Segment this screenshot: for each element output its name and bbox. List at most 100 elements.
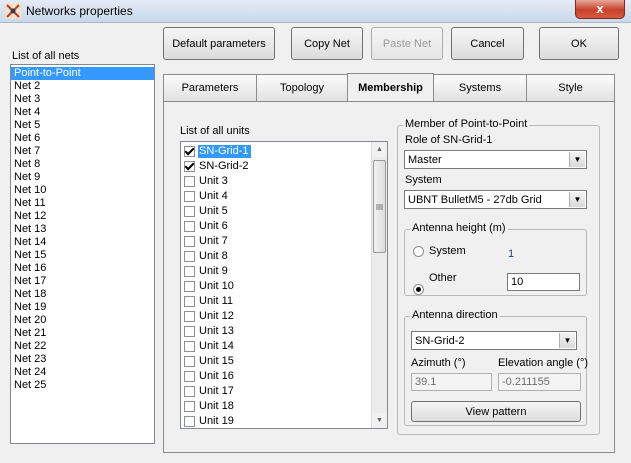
net-list-item[interactable]: Net 2 bbox=[11, 80, 154, 93]
net-list-item[interactable]: Net 11 bbox=[11, 197, 154, 210]
units-listbox[interactable]: SN-Grid-1 SN-Grid-2 Unit 3 Unit 4 Unit 5 Unit… bbox=[180, 141, 388, 429]
role-label: Role of SN-Grid-1 bbox=[405, 134, 493, 146]
net-list-item[interactable]: Net 16 bbox=[11, 262, 154, 275]
unit-list-item[interactable]: Unit 10 bbox=[181, 279, 371, 294]
net-list-item[interactable]: Net 23 bbox=[11, 353, 154, 366]
unit-list-item[interactable]: Unit 14 bbox=[181, 339, 371, 354]
unit-checkbox[interactable] bbox=[184, 206, 195, 217]
unit-checkbox[interactable] bbox=[184, 266, 195, 277]
net-list-item[interactable]: Net 5 bbox=[11, 119, 154, 132]
unit-checkbox[interactable] bbox=[184, 176, 195, 187]
role-select-value: Master bbox=[408, 153, 442, 166]
tab-style[interactable]: Style bbox=[526, 74, 615, 101]
unit-list-item[interactable]: Unit 9 bbox=[181, 264, 371, 279]
unit-list-item[interactable]: SN-Grid-1 bbox=[181, 144, 371, 159]
unit-list-item[interactable]: Unit 3 bbox=[181, 174, 371, 189]
net-list-item[interactable]: Net 8 bbox=[11, 158, 154, 171]
net-list-item[interactable]: Net 7 bbox=[11, 145, 154, 158]
net-list-item[interactable]: Net 22 bbox=[11, 340, 154, 353]
units-scrollbar[interactable]: ▲ ▼ bbox=[371, 142, 387, 428]
unit-checkbox[interactable] bbox=[184, 236, 195, 247]
net-list-item[interactable]: Net 6 bbox=[11, 132, 154, 145]
unit-label: Unit 10 bbox=[199, 280, 234, 292]
unit-list-item[interactable]: Unit 18 bbox=[181, 399, 371, 414]
net-list-item[interactable]: Net 13 bbox=[11, 223, 154, 236]
unit-list-item[interactable]: Unit 12 bbox=[181, 309, 371, 324]
unit-checkbox[interactable] bbox=[184, 251, 195, 262]
unit-checkbox[interactable] bbox=[184, 386, 195, 397]
unit-checkbox[interactable] bbox=[184, 326, 195, 337]
height-other-input[interactable]: 10 bbox=[507, 273, 580, 291]
tab-systems[interactable]: Systems bbox=[433, 74, 527, 101]
chevron-down-icon[interactable]: ▼ bbox=[569, 192, 585, 207]
net-list-item[interactable]: Net 12 bbox=[11, 210, 154, 223]
unit-list-item[interactable]: Unit 17 bbox=[181, 384, 371, 399]
tab-topology[interactable]: Topology bbox=[256, 74, 348, 101]
unit-list-item[interactable]: Unit 13 bbox=[181, 324, 371, 339]
unit-checkbox[interactable] bbox=[184, 146, 195, 157]
unit-list-item[interactable]: Unit 8 bbox=[181, 249, 371, 264]
net-list-item[interactable]: Net 4 bbox=[11, 106, 154, 119]
role-select[interactable]: Master ▼ bbox=[404, 150, 587, 169]
unit-list-item[interactable]: SN-Grid-2 bbox=[181, 159, 371, 174]
unit-checkbox[interactable] bbox=[184, 161, 195, 172]
copy-net-button[interactable]: Copy Net bbox=[291, 27, 363, 60]
unit-label: SN-Grid-1 bbox=[198, 145, 251, 158]
height-system-radio[interactable] bbox=[413, 246, 424, 257]
window-title: Networks properties bbox=[26, 4, 133, 18]
scroll-down-arrow-icon[interactable]: ▼ bbox=[372, 413, 387, 428]
unit-checkbox[interactable] bbox=[184, 281, 195, 292]
unit-checkbox[interactable] bbox=[184, 296, 195, 307]
net-list-item[interactable]: Net 24 bbox=[11, 366, 154, 379]
chevron-down-icon[interactable]: ▼ bbox=[559, 333, 575, 348]
antenna-direction-label: Antenna direction bbox=[410, 309, 500, 321]
view-pattern-button[interactable]: View pattern bbox=[411, 401, 581, 422]
unit-checkbox[interactable] bbox=[184, 311, 195, 322]
unit-label: Unit 4 bbox=[199, 190, 228, 202]
scroll-up-arrow-icon[interactable]: ▲ bbox=[372, 142, 387, 157]
net-list-item[interactable]: Point-to-Point bbox=[11, 67, 154, 80]
ok-button[interactable]: OK bbox=[539, 27, 619, 60]
unit-checkbox[interactable] bbox=[184, 371, 195, 382]
unit-list-item[interactable]: Unit 16 bbox=[181, 369, 371, 384]
unit-list-item[interactable]: Unit 6 bbox=[181, 219, 371, 234]
unit-list-item[interactable]: Unit 19 bbox=[181, 414, 371, 428]
net-list-item[interactable]: Net 14 bbox=[11, 236, 154, 249]
unit-checkbox[interactable] bbox=[184, 356, 195, 367]
unit-checkbox[interactable] bbox=[184, 221, 195, 232]
paste-net-button[interactable]: Paste Net bbox=[371, 27, 443, 60]
net-list-item[interactable]: Net 19 bbox=[11, 301, 154, 314]
tab-parameters[interactable]: Parameters bbox=[163, 74, 257, 101]
close-button[interactable]: x bbox=[575, 0, 625, 19]
tab-membership[interactable]: Membership bbox=[347, 73, 434, 102]
cancel-button[interactable]: Cancel bbox=[451, 27, 524, 60]
antenna-height-label: Antenna height (m) bbox=[410, 222, 508, 234]
default-parameters-button[interactable]: Default parameters bbox=[163, 27, 275, 60]
unit-list-item[interactable]: Unit 5 bbox=[181, 204, 371, 219]
net-list-item[interactable]: Net 15 bbox=[11, 249, 154, 262]
unit-checkbox[interactable] bbox=[184, 416, 195, 427]
net-list-item[interactable]: Net 3 bbox=[11, 93, 154, 106]
unit-label: Unit 15 bbox=[199, 355, 234, 367]
unit-list-item[interactable]: Unit 7 bbox=[181, 234, 371, 249]
net-list-item[interactable]: Net 18 bbox=[11, 288, 154, 301]
net-list-item[interactable]: Net 9 bbox=[11, 171, 154, 184]
unit-checkbox[interactable] bbox=[184, 341, 195, 352]
net-list-item[interactable]: Net 21 bbox=[11, 327, 154, 340]
direction-target-select[interactable]: SN-Grid-2 ▼ bbox=[411, 331, 577, 350]
net-list-item[interactable]: Net 17 bbox=[11, 275, 154, 288]
chevron-down-icon[interactable]: ▼ bbox=[569, 152, 585, 167]
net-list-item[interactable]: Net 20 bbox=[11, 314, 154, 327]
net-list-item[interactable]: Net 10 bbox=[11, 184, 154, 197]
unit-list-item[interactable]: Unit 4 bbox=[181, 189, 371, 204]
unit-list-item[interactable]: Unit 15 bbox=[181, 354, 371, 369]
unit-list-item[interactable]: Unit 11 bbox=[181, 294, 371, 309]
scroll-thumb[interactable] bbox=[373, 160, 386, 253]
nets-listbox[interactable]: Point-to-Point Net 2 Net 3 Net 4 Net 5 Net 6N… bbox=[10, 64, 155, 444]
unit-checkbox[interactable] bbox=[184, 191, 195, 202]
net-list-item[interactable]: Net 25 bbox=[11, 379, 154, 392]
height-other-radio[interactable] bbox=[413, 284, 424, 295]
system-select[interactable]: UBNT BulletM5 - 27db Grid ▼ bbox=[404, 190, 587, 209]
unit-checkbox[interactable] bbox=[184, 401, 195, 412]
height-other-label: Other bbox=[429, 272, 457, 284]
